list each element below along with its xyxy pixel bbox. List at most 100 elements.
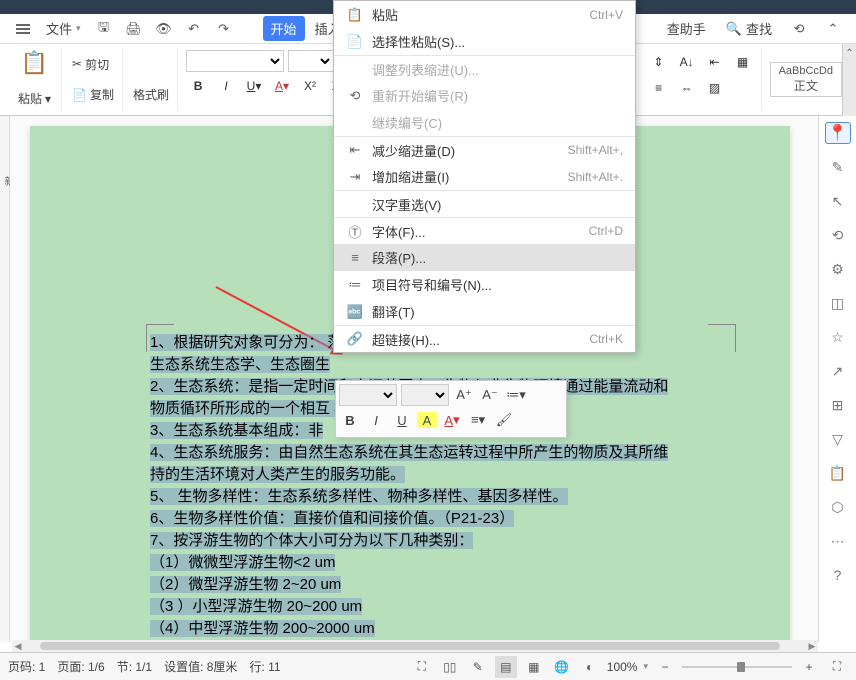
night-mode-icon[interactable]: ◐ (579, 656, 601, 678)
components-icon[interactable]: ⊞ (827, 394, 849, 416)
tab-start[interactable]: 开始 (263, 16, 305, 41)
filter-icon[interactable]: ▽ (827, 428, 849, 450)
italic-button[interactable]: I (214, 74, 238, 98)
ctx-item[interactable]: 📄选择性粘贴(S)... (334, 28, 635, 55)
style-preview[interactable]: AaBbCcDd 正文 (770, 62, 842, 97)
status-setting[interactable]: 设置值: 8厘米 (164, 658, 237, 675)
share-icon[interactable]: ↗ (827, 360, 849, 382)
zoom-dropdown-icon[interactable]: ▾ (643, 661, 648, 672)
ctx-item[interactable]: ⇤减少缩进量(D)Shift+Alt+, (334, 136, 635, 163)
font-size-select[interactable] (288, 50, 334, 72)
mini-font-select[interactable] (339, 384, 397, 406)
clipboard-side-icon[interactable]: 📋 (827, 462, 849, 484)
mini-align[interactable]: ≡▾ (467, 409, 489, 431)
doc-line[interactable]: （4）中型浮游生物 200~2000 um (150, 620, 375, 637)
undo-icon[interactable]: ↶ (181, 16, 207, 42)
bold-button[interactable]: B (186, 74, 210, 98)
mini-size-select[interactable] (401, 384, 449, 406)
doc-line[interactable]: 7、按浮游生物的个体大小可分为以下几种类别： (150, 532, 473, 549)
settings-icon[interactable]: ⚙ (827, 258, 849, 280)
zoom-in-icon[interactable]: + (798, 656, 820, 678)
print-icon[interactable]: 🖨 (121, 16, 147, 42)
line-spacing-button[interactable]: ⇕ (647, 50, 671, 74)
mini-list-button[interactable]: ≔▾ (505, 384, 527, 406)
status-section[interactable]: 节: 1/1 (117, 658, 152, 675)
mini-bold[interactable]: B (339, 409, 361, 431)
shading-button[interactable]: ▨ (703, 76, 727, 100)
help-icon[interactable]: ? (827, 564, 849, 586)
print-layout-icon[interactable]: ▤ (495, 656, 517, 678)
mini-italic[interactable]: I (365, 409, 387, 431)
doc-line[interactable]: 3、生态系统基本组成：非 (150, 422, 323, 439)
align-button[interactable]: ≡ (647, 76, 671, 100)
copy-button[interactable]: 📄 复制 (70, 84, 116, 105)
assistant-button[interactable]: 查助手 (661, 15, 712, 42)
ctx-item[interactable]: Ⓣ字体(F)...Ctrl+D (334, 217, 635, 244)
superscript-button[interactable]: X² (298, 74, 322, 98)
zoom-label[interactable]: 100% (607, 660, 638, 674)
status-line[interactable]: 行: 11 (249, 658, 280, 675)
font-family-select[interactable] (186, 50, 284, 72)
mini-highlight[interactable]: A (417, 412, 437, 428)
font-color-button[interactable]: A▾ (270, 74, 294, 98)
zoom-slider[interactable] (682, 666, 792, 668)
doc-line[interactable]: （3 ）小型浮游生物 20~200 um (150, 598, 362, 615)
mini-format-painter[interactable]: 🖌 (493, 409, 515, 431)
borders-button[interactable]: ▦ (731, 50, 755, 74)
clipboard-icon[interactable]: 📋 (21, 50, 48, 76)
file-menu[interactable]: 文件 ▾ (40, 15, 87, 42)
location-badge[interactable]: 📍 (825, 122, 851, 144)
mini-font-color[interactable]: A▾ (441, 409, 463, 431)
focus-mode-icon[interactable]: ⛶ (411, 656, 433, 678)
edit-mode-icon[interactable]: ✎ (467, 656, 489, 678)
read-mode-icon[interactable]: ▯▯ (439, 656, 461, 678)
mini-shrink-font[interactable]: A⁻ (479, 384, 501, 406)
ctx-item[interactable]: ⇥增加缩进量(I)Shift+Alt+. (334, 163, 635, 190)
paste-button[interactable]: 粘贴▾ (16, 88, 53, 109)
scroll-right-icon[interactable]: ▶ (806, 641, 818, 652)
doc-line[interactable]: （1）微微型浮游生物<2 um (150, 554, 335, 571)
ctx-item[interactable]: ≡段落(P)... (334, 244, 635, 271)
ctx-item[interactable]: 🔤翻译(T) (334, 298, 635, 325)
ribbon-collapse-handle[interactable]: ⌃ (842, 44, 856, 116)
more-icon[interactable]: ⋯ (827, 530, 849, 552)
layers-icon[interactable]: ◫ (827, 292, 849, 314)
pencil-icon[interactable]: ✎ (827, 156, 849, 178)
doc-line[interactable]: 生态系统生态学、生态圈生 (150, 356, 330, 373)
cut-button[interactable]: ✂ 剪切 (70, 54, 116, 75)
ctx-item[interactable]: ≔项目符号和编号(N)... (334, 271, 635, 298)
zoom-out-icon[interactable]: − (654, 656, 676, 678)
web-layout-icon[interactable]: 🌐 (551, 656, 573, 678)
refresh-icon[interactable]: ⟲ (827, 224, 849, 246)
distribute-button[interactable]: ⇔ (675, 76, 699, 100)
outline-icon[interactable]: ▦ (523, 656, 545, 678)
cursor-icon[interactable]: ↖ (827, 190, 849, 212)
hexagon-icon[interactable]: ⬡ (827, 496, 849, 518)
save-icon[interactable]: 🖫 (91, 16, 117, 42)
ctx-item[interactable]: 🔗超链接(H)...Ctrl+K (334, 325, 635, 352)
doc-line[interactable]: 5、 生物多样性：生态系统多样性、物种多样性、基因多样性。 (150, 488, 568, 505)
format-painter-button[interactable]: 格式刷 (131, 84, 171, 105)
horizontal-scrollbar[interactable]: ◀ ▶ (12, 640, 818, 652)
doc-line[interactable]: 持的生活环境对人类产生的服务功能。 (150, 466, 405, 483)
hamburger-menu[interactable] (10, 20, 36, 38)
mini-grow-font[interactable]: A⁺ (453, 384, 475, 406)
status-pages[interactable]: 页面: 1/6 (57, 658, 104, 675)
fit-icon[interactable]: ⛶ (826, 656, 848, 678)
underline-button[interactable]: U▾ (242, 74, 266, 98)
rewind-icon[interactable]: ⟲ (786, 16, 812, 42)
ctx-item[interactable]: 📋粘贴Ctrl+V (334, 1, 635, 28)
scroll-left-icon[interactable]: ◀ (12, 641, 24, 652)
doc-line[interactable]: 4、生态系统服务：由自然生态系统在其生态运转过程中所产生的物质及其所维 (150, 444, 668, 461)
mini-underline[interactable]: U (391, 409, 413, 431)
status-page-no[interactable]: 页码: 1 (8, 658, 45, 675)
redo-icon[interactable]: ↷ (211, 16, 237, 42)
sort-button[interactable]: A↓ (675, 50, 699, 74)
doc-line[interactable]: （2）微型浮游生物 2~20 um (150, 576, 341, 593)
document-text[interactable]: 1、根据研究对象可分为： 落生态学、 生态系统生态学、生态圈生 2、生态系统：是… (150, 332, 748, 642)
star-icon[interactable]: ☆ (827, 326, 849, 348)
scroll-thumb[interactable] (40, 642, 780, 650)
find-button[interactable]: 🔍 查找 (720, 15, 778, 42)
indent-button[interactable]: ⇤ (703, 50, 727, 74)
collapse-ribbon-icon[interactable]: ⌃ (820, 16, 846, 42)
